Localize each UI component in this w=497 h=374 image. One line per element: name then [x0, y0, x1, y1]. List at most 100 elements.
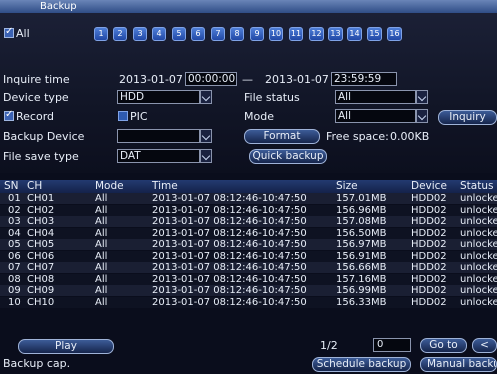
cell-time: 2013-01-07 08:12:46-10:47:50 — [152, 296, 307, 308]
cell-mode: All — [95, 273, 108, 285]
channel-button-15[interactable]: 15 — [367, 27, 382, 41]
start-date-field[interactable]: 2013-01-07 — [119, 73, 183, 86]
channel-button-10[interactable]: 10 — [269, 27, 283, 41]
cell-status: unlocke — [460, 239, 497, 250]
mode-select[interactable]: All — [335, 109, 416, 123]
cell-status: unlocke — [460, 285, 497, 296]
cell-sn: 08 — [8, 273, 21, 285]
cell-size: 157.08MB — [336, 216, 387, 227]
cell-ch: CH02 — [27, 204, 55, 216]
range-separator: — — [242, 73, 253, 86]
channel-button-9[interactable]: 9 — [250, 27, 264, 41]
backup-device-select[interactable] — [117, 129, 200, 143]
channel-button-13[interactable]: 13 — [328, 27, 343, 41]
table-row[interactable]: 05 CH05 All 2013-01-07 08:12:46-10:47:50 156… — [0, 239, 497, 250]
cell-status: unlocke — [460, 193, 497, 204]
channel-button-6[interactable]: 6 — [191, 27, 205, 41]
cell-sn: 01 — [8, 193, 21, 204]
cell-status: unlocke — [460, 296, 497, 308]
cell-status: unlocke — [460, 204, 497, 216]
format-button[interactable]: Format — [244, 129, 320, 144]
cell-mode: All — [95, 193, 108, 204]
cell-ch: CH06 — [27, 250, 55, 262]
header-device: Device — [411, 180, 447, 192]
cell-size: 156.66MB — [336, 262, 387, 273]
window-title: Backup — [40, 1, 77, 12]
file-save-type-dropdown-icon[interactable] — [200, 149, 212, 163]
backup-device-dropdown-icon[interactable] — [200, 129, 212, 143]
table-row[interactable]: 06 CH06 All 2013-01-07 08:12:46-10:47:50 156… — [0, 250, 497, 262]
channel-button-8[interactable]: 8 — [230, 27, 244, 41]
table-row[interactable]: 01 CH01 All 2013-01-07 08:12:46-10:47:50 157… — [0, 193, 497, 204]
prev-page-button[interactable]: < — [472, 338, 497, 353]
schedule-backup-button[interactable]: Schedule backup — [312, 357, 411, 372]
mode-dropdown-icon[interactable] — [416, 109, 428, 123]
table-row[interactable]: 03 CH03 All 2013-01-07 08:12:46-10:47:50 157… — [0, 216, 497, 227]
record-checkbox[interactable] — [4, 109, 14, 121]
manual-backup-button[interactable]: Manual backu — [420, 357, 497, 372]
table-row[interactable]: 09 CH09 All 2013-01-07 08:12:46-10:47:50 156… — [0, 285, 497, 296]
inquiry-button[interactable]: Inquiry — [438, 110, 497, 125]
device-type-dropdown-icon[interactable] — [200, 90, 212, 104]
device-type-select[interactable]: HDD — [117, 90, 200, 104]
end-date-field[interactable]: 2013-01-07 — [265, 73, 329, 86]
cell-time: 2013-01-07 08:12:46-10:47:50 — [152, 262, 307, 273]
cell-device: HDD02 — [411, 204, 447, 216]
cell-size: 156.50MB — [336, 227, 387, 239]
channel-button-16[interactable]: 16 — [387, 27, 402, 41]
cell-device: HDD02 — [411, 250, 447, 262]
goto-button[interactable]: Go to — [420, 338, 467, 353]
cell-device: HDD02 — [411, 273, 447, 285]
cell-device: HDD02 — [411, 193, 447, 204]
channel-button-7[interactable]: 7 — [211, 27, 225, 41]
page-number-input[interactable]: 0 — [373, 338, 411, 352]
cell-ch: CH05 — [27, 239, 55, 250]
channel-button-1[interactable]: 1 — [94, 27, 108, 41]
cell-status: unlocke — [460, 227, 497, 239]
channel-button-4[interactable]: 4 — [152, 27, 166, 41]
file-save-type-label: File save type — [3, 150, 79, 163]
cell-time: 2013-01-07 08:12:46-10:47:50 — [152, 204, 307, 216]
cell-sn: 05 — [8, 239, 21, 250]
play-button[interactable]: Play — [18, 339, 114, 354]
table-row[interactable]: 02 CH02 All 2013-01-07 08:12:46-10:47:50 156… — [0, 204, 497, 216]
cell-size: 156.91MB — [336, 250, 387, 262]
file-save-type-select[interactable]: DAT — [117, 149, 200, 163]
cell-time: 2013-01-07 08:12:46-10:47:50 — [152, 285, 307, 296]
table-row[interactable]: 07 CH07 All 2013-01-07 08:12:46-10:47:50 156… — [0, 262, 497, 273]
all-channels-checkbox[interactable] — [4, 26, 14, 38]
file-status-dropdown-icon[interactable] — [416, 90, 428, 104]
table-row[interactable]: 10 CH10 All 2013-01-07 08:12:46-10:47:50 156… — [0, 296, 497, 308]
cell-time: 2013-01-07 08:12:46-10:47:50 — [152, 273, 307, 285]
free-space-value: 0.00KB — [390, 130, 430, 143]
cell-status: unlocke — [460, 216, 497, 227]
cell-status: unlocke — [460, 273, 497, 285]
channel-button-11[interactable]: 11 — [289, 27, 303, 41]
cell-device: HDD02 — [411, 285, 447, 296]
channel-button-14[interactable]: 14 — [347, 27, 362, 41]
channel-button-5[interactable]: 5 — [172, 27, 186, 41]
channel-button-2[interactable]: 2 — [113, 27, 127, 41]
cell-device: HDD02 — [411, 227, 447, 239]
title-bar: Backup — [0, 0, 497, 13]
cell-time: 2013-01-07 08:12:46-10:47:50 — [152, 227, 307, 239]
cell-ch: CH03 — [27, 216, 55, 227]
quick-backup-button[interactable]: Quick backup — [249, 149, 327, 164]
cell-size: 157.16MB — [336, 273, 387, 285]
cell-ch: CH01 — [27, 193, 55, 204]
table-row[interactable]: 04 CH04 All 2013-01-07 08:12:46-10:47:50 156… — [0, 227, 497, 239]
channel-button-3[interactable]: 3 — [133, 27, 147, 41]
pic-checkbox[interactable] — [118, 111, 128, 121]
file-status-select[interactable]: All — [335, 90, 416, 104]
cell-mode: All — [95, 216, 108, 227]
channel-button-12[interactable]: 12 — [309, 27, 324, 41]
cell-time: 2013-01-07 08:12:46-10:47:50 — [152, 239, 307, 250]
cell-size: 156.99MB — [336, 285, 387, 296]
end-time-field[interactable]: 23:59:59 — [331, 72, 397, 86]
cell-size: 157.01MB — [336, 193, 387, 204]
cell-mode: All — [95, 285, 108, 296]
start-time-field[interactable]: 00:00:00 — [185, 72, 237, 86]
cell-sn: 06 — [8, 250, 21, 262]
cell-ch: CH10 — [27, 296, 55, 308]
table-row[interactable]: 08 CH08 All 2013-01-07 08:12:46-10:47:50 157… — [0, 273, 497, 285]
